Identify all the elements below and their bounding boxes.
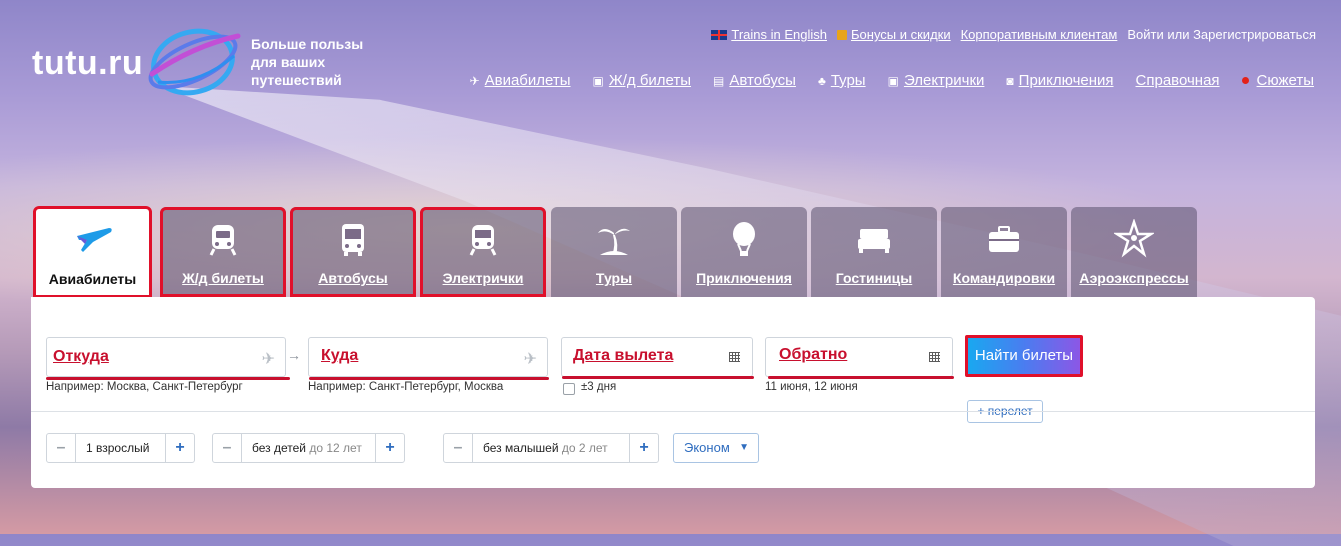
logo-text: tutu.ru [32, 44, 144, 82]
top-links: Trains in English Бонусы и скидки Корпор… [711, 27, 1316, 42]
tab-business-trips[interactable]: Командировки [941, 207, 1067, 297]
from-hint: Например: Москва, Санкт-Петербург [46, 381, 243, 393]
to-underline [309, 377, 549, 380]
camera-icon: ◙ [1006, 73, 1014, 88]
children-stepper: – без детей до 12 лет + [212, 433, 405, 463]
tagline: Больше пользы для ваших путешествий [251, 36, 364, 88]
children-plus-button[interactable]: + [376, 434, 404, 462]
plane-icon: ✈ [469, 73, 480, 88]
children-value: без детей до 12 лет [241, 434, 376, 462]
from-underline [46, 377, 290, 380]
logo[interactable]: tutu.ru [30, 26, 241, 96]
return-placeholder: Обратно [779, 346, 848, 363]
chevron-down-icon: ▼ [739, 442, 749, 453]
top-link-corporate[interactable]: Корпоративным клиентам [961, 27, 1118, 42]
to-placeholder: Куда [321, 347, 359, 364]
briefcase-icon [989, 226, 1019, 252]
from-placeholder: Откуда [53, 348, 109, 365]
nav-item-suburban[interactable]: ▣ Электрички [888, 72, 985, 89]
suburban-train-icon [469, 225, 497, 256]
flex-dates-checkbox[interactable] [563, 383, 575, 395]
panel-divider [31, 411, 1315, 412]
to-hint: Например: Санкт-Петербург, Москва [308, 381, 504, 393]
infants-plus-button[interactable]: + [630, 434, 658, 462]
bus-icon [342, 224, 364, 256]
suburban-train-icon: ▣ [887, 73, 899, 88]
adults-value: 1 взрослый [75, 434, 166, 462]
main-nav: ✈ Авиабилеты ▣ Ж/д билеты ▤ Автобусы ♣ Туры … [470, 72, 1314, 89]
nav-item-trains[interactable]: ▣ Ж/д билеты [593, 72, 692, 89]
direction-arrow-icon: → [287, 347, 301, 363]
train-icon: ▣ [592, 73, 604, 88]
bus-icon: ▤ [713, 73, 725, 88]
depart-underline [562, 376, 754, 379]
depart-placeholder: Дата вылета [573, 347, 674, 364]
tab-suburban[interactable]: Электрички [420, 207, 546, 297]
children-value-sub: до 12 лет [309, 441, 362, 455]
bed-icon [858, 229, 890, 253]
adults-stepper: – 1 взрослый + [46, 433, 195, 463]
gift-icon [837, 30, 847, 40]
nav-item-help[interactable]: Справочная [1136, 72, 1220, 89]
plane-icon: ✈ [523, 351, 537, 368]
red-dot-icon [1241, 77, 1249, 84]
infants-stepper: – без малышей до 2 лет + [443, 433, 659, 463]
uk-flag-icon [711, 30, 728, 40]
globe-logo-icon [148, 28, 241, 96]
children-minus-button[interactable]: – [213, 434, 241, 462]
tab-tours[interactable]: Туры [551, 207, 677, 297]
to-field[interactable]: Куда ✈ [308, 337, 548, 377]
login-link[interactable]: Войти или Зарегистрироваться [1127, 27, 1316, 42]
infants-value: без малышей до 2 лет [472, 434, 630, 462]
cabin-class-value: Эконом [684, 440, 730, 455]
plane-icon: ✈ [261, 351, 275, 368]
balloon-icon [733, 222, 755, 256]
palm-icon: ♣ [817, 73, 826, 88]
adults-minus-button[interactable]: – [47, 434, 75, 462]
train-icon [209, 225, 237, 256]
nav-item-tours[interactable]: ♣ Туры [818, 72, 866, 89]
search-panel: Откуда ✈ Например: Москва, Санкт-Петербу… [31, 297, 1315, 488]
tab-hotels[interactable]: Гостиницы [811, 207, 937, 297]
tab-buses[interactable]: Автобусы [290, 207, 416, 297]
calendar-icon [729, 352, 740, 362]
search-button[interactable]: Найти билеты [965, 335, 1083, 377]
infants-value-main: без малышей [483, 441, 559, 455]
tab-adventures[interactable]: Приключения [681, 207, 807, 297]
palm-icon [598, 228, 630, 255]
tab-trains[interactable]: Ж/д билеты [160, 207, 286, 297]
infants-value-sub: до 2 лет [561, 441, 608, 455]
nav-item-buses[interactable]: ▤ Автобусы [713, 72, 796, 89]
cabin-class-select[interactable]: Эконом ▼ [673, 433, 759, 463]
top-link-english[interactable]: Trains in English [711, 27, 827, 42]
calendar-icon [929, 352, 940, 362]
infants-minus-button[interactable]: – [444, 434, 472, 462]
top-link-bonuses[interactable]: Бонусы и скидки [837, 27, 951, 42]
depart-date-field[interactable]: Дата вылета [561, 337, 753, 377]
adults-plus-button[interactable]: + [166, 434, 194, 462]
flex-dates-label: ±3 дня [581, 381, 617, 393]
return-underline [768, 376, 954, 379]
tab-aeroexpress[interactable]: Аэроэкспрессы [1071, 207, 1197, 297]
nav-item-stories[interactable]: Сюжеты [1241, 72, 1314, 89]
nav-item-adventures[interactable]: ◙ Приключения [1006, 72, 1113, 89]
return-date-field[interactable]: Обратно [765, 337, 953, 377]
nav-item-avia[interactable]: ✈ Авиабилеты [470, 72, 571, 89]
return-hint: 11 июня, 12 июня [765, 381, 858, 393]
aeroexpress-icon [1114, 219, 1154, 258]
children-value-main: без детей [252, 441, 306, 455]
from-field[interactable]: Откуда ✈ [46, 337, 286, 377]
plane-icon [76, 228, 112, 252]
tab-avia[interactable]: Авиабилеты [33, 206, 152, 298]
